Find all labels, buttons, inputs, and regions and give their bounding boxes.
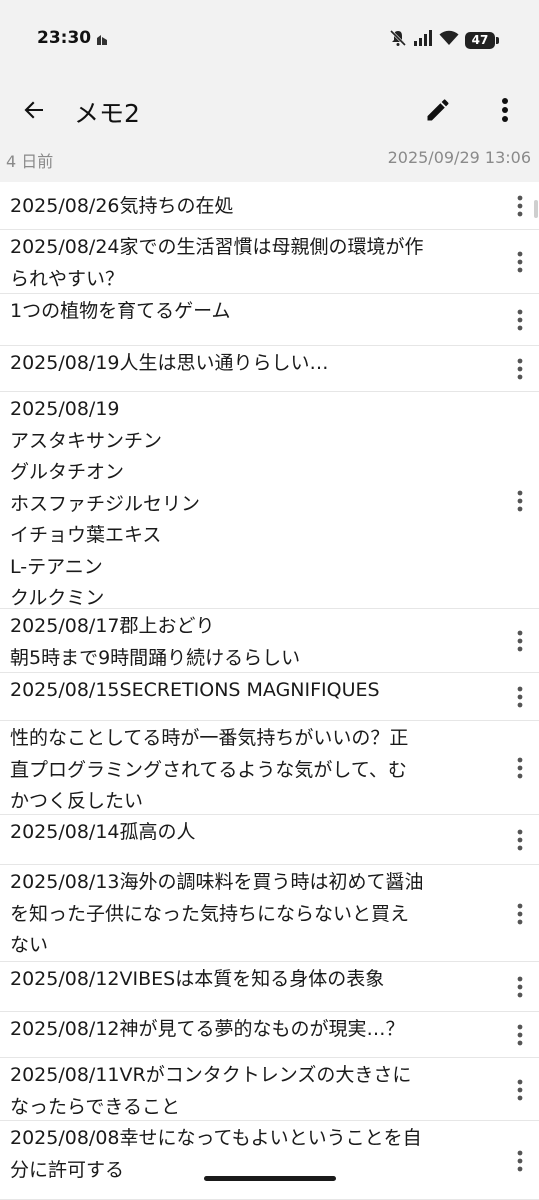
page-title: メモ2 xyxy=(74,99,140,128)
memo-row-menu-button[interactable] xyxy=(507,191,533,221)
status-icons: 47 xyxy=(389,29,499,51)
more-vert-icon xyxy=(517,903,523,924)
memo-row-menu-button[interactable] xyxy=(507,1020,533,1050)
memo-text: 2025/08/19人生は思い通りらしい… xyxy=(10,352,329,374)
memo-row-menu-button[interactable] xyxy=(507,682,533,712)
memo-row-menu-button[interactable] xyxy=(507,1146,533,1176)
more-vert-icon xyxy=(517,251,523,273)
memo-text: 2025/08/11VRがコンタクトレンズの大きさに なったらできること xyxy=(10,1064,412,1118)
memo-text: 2025/08/24家での生活習慣は母親側の環境が作 られやすい？ xyxy=(10,236,424,290)
more-vert-icon xyxy=(517,757,523,779)
more-vert-icon xyxy=(517,1079,523,1100)
more-vert-icon xyxy=(517,1024,523,1046)
home-indicator[interactable] xyxy=(204,1176,336,1181)
memo-text: 2025/08/19 アスタキサンチン グルタチオン ホスファチジルセリン イチ… xyxy=(10,398,201,609)
memo-row[interactable]: 2025/08/24家での生活習慣は母親側の環境が作 られやすい？ xyxy=(0,230,539,294)
memo-row[interactable]: 2025/08/13海外の調味料を買う時は初めて醤油 を知った子供になった気持ち… xyxy=(0,865,539,962)
mute-icon xyxy=(389,29,407,51)
more-vert-icon xyxy=(517,309,523,331)
memo-row[interactable]: 2025/08/17郡上おどり 朝5時まで9時間踊り続けるらしい xyxy=(0,609,539,673)
memo-row[interactable]: 2025/08/15SECRETIONS MAGNIFIQUES xyxy=(0,673,539,721)
memo-text: 2025/08/17郡上おどり 朝5時まで9時間踊り続けるらしい xyxy=(10,615,301,669)
memo-row-menu-button[interactable] xyxy=(507,825,533,855)
more-vert-icon xyxy=(517,490,523,511)
scrollbar[interactable] xyxy=(534,200,538,218)
memo-row-menu-button[interactable] xyxy=(507,1075,533,1105)
memo-row-menu-button[interactable] xyxy=(507,354,533,384)
memo-text: 2025/08/26気持ちの在処 xyxy=(10,195,234,217)
memo-list: 2025/08/26気持ちの在処 2025/08/24家での生活習慣は母親側の環境… xyxy=(0,182,539,1200)
memo-row[interactable]: 2025/08/08幸せになってもよいということを自 分に許可する xyxy=(0,1121,539,1200)
more-vert-icon xyxy=(517,829,523,851)
relative-time: 4 日前 xyxy=(6,152,54,171)
memo-row-menu-button[interactable] xyxy=(507,899,533,929)
memo-row[interactable]: 1つの植物を育てるゲーム xyxy=(0,294,539,346)
more-options-button[interactable] xyxy=(489,92,521,128)
memo-row-menu-button[interactable] xyxy=(507,972,533,1002)
edit-pencil-icon xyxy=(427,99,449,121)
memo-text: 2025/08/12神が見てる夢的なものが現実…？ xyxy=(10,1018,405,1040)
memo-row[interactable]: 2025/08/19人生は思い通りらしい… xyxy=(0,346,539,392)
memo-row[interactable]: 2025/08/19 アスタキサンチン グルタチオン ホスファチジルセリン イチ… xyxy=(0,392,539,609)
status-time: 23:30 xyxy=(37,28,92,48)
battery-tip xyxy=(496,36,499,44)
memo-text: 2025/08/12VIBESは本質を知る身体の表象 xyxy=(10,968,385,990)
memo-row-menu-button[interactable] xyxy=(507,305,533,335)
memo-text: 1つの植物を育てるゲーム xyxy=(10,300,231,322)
back-arrow-icon xyxy=(24,101,43,119)
memo-text: 性的なことしてる時が一番気持ちがいいの？正 直プログラミングされてるような気がし… xyxy=(10,727,409,812)
more-vert-icon xyxy=(517,358,523,380)
memo-row[interactable]: 性的なことしてる時が一番気持ちがいいの？正 直プログラミングされてるような気がし… xyxy=(0,721,539,815)
memo-datetime: 2025/09/29 13:06 xyxy=(387,148,531,167)
memo-text: 2025/08/15SECRETIONS MAGNIFIQUES xyxy=(10,679,380,701)
app-bar: メモ2 xyxy=(0,80,539,138)
more-vert-icon xyxy=(517,976,523,998)
memo-text: 2025/08/13海外の調味料を買う時は初めて醤油 を知った子供になった気持ち… xyxy=(10,871,424,956)
memo-row[interactable]: 2025/08/12VIBESは本質を知る身体の表象 xyxy=(0,962,539,1012)
memo-text: 2025/08/14孤高の人 xyxy=(10,821,196,843)
more-vert-icon xyxy=(517,630,523,652)
wifi-icon xyxy=(439,30,459,50)
more-vert-icon xyxy=(517,195,523,217)
memo-row[interactable]: 2025/08/14孤高の人 xyxy=(0,815,539,865)
battery-icon: 47 xyxy=(465,31,495,49)
edit-button[interactable] xyxy=(420,92,456,128)
memo-row[interactable]: 2025/08/26気持ちの在処 xyxy=(0,182,539,230)
memo-row-menu-button[interactable] xyxy=(507,626,533,656)
more-vert-icon xyxy=(502,98,508,122)
memo-row-menu-button[interactable] xyxy=(507,247,533,277)
memo-row-menu-button[interactable] xyxy=(507,753,533,783)
memo-row-menu-button[interactable] xyxy=(507,486,533,516)
memo-row[interactable]: 2025/08/12神が見てる夢的なものが現実…？ xyxy=(0,1012,539,1058)
status-bar: 23:30 47 xyxy=(0,0,539,80)
memo-meta: 4 日前 2025/09/29 13:06 xyxy=(0,138,539,180)
back-button[interactable] xyxy=(16,92,52,128)
more-vert-icon xyxy=(517,686,523,708)
notification-icon xyxy=(95,32,109,46)
signal-icon xyxy=(413,30,433,50)
memo-row[interactable]: 2025/08/11VRがコンタクトレンズの大きさに なったらできること xyxy=(0,1058,539,1121)
more-vert-icon xyxy=(517,1150,523,1171)
